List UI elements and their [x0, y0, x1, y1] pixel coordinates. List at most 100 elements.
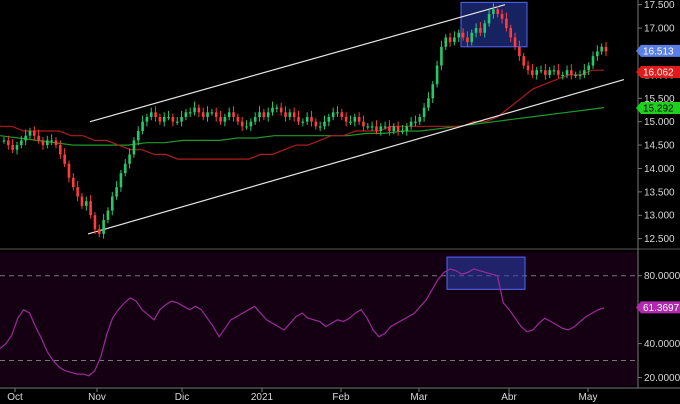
candle-body	[110, 196, 114, 211]
candle-body	[63, 154, 66, 164]
candle-body	[440, 46, 443, 66]
candle-body	[362, 121, 365, 127]
x-tick-label: Feb	[332, 392, 350, 403]
candle-body	[154, 112, 157, 117]
candle-body	[448, 37, 452, 43]
candle-body	[409, 121, 413, 127]
candle-body	[28, 131, 32, 136]
rsi-tick-label: 20.0000	[644, 373, 680, 384]
candle-body	[266, 112, 270, 117]
candle-body	[444, 37, 448, 47]
candle-body	[570, 70, 573, 75]
candle-body	[539, 70, 543, 72]
candle-body	[210, 112, 214, 114]
candle-body	[119, 173, 123, 188]
candle-body	[297, 116, 300, 122]
candle-body	[470, 32, 474, 43]
candle-body	[275, 107, 279, 109]
rsi-last-badge-text: 61.3697	[643, 303, 680, 314]
candle-body	[59, 145, 62, 155]
candle-body	[271, 107, 274, 113]
x-tick-label: May	[579, 392, 598, 403]
candle-body	[323, 121, 326, 127]
candle-body	[509, 28, 513, 38]
candle-body	[483, 23, 487, 33]
candle-body	[214, 112, 218, 117]
candle-body	[418, 116, 422, 122]
candle-body	[284, 112, 287, 117]
candle-body	[383, 126, 387, 128]
candle-body	[236, 116, 240, 122]
candle-body	[11, 145, 14, 150]
candle-body	[405, 126, 409, 132]
candle-body	[71, 177, 75, 188]
candle-body	[288, 112, 292, 117]
candle-body	[474, 28, 478, 33]
candle-body	[535, 70, 539, 75]
ma-slow-badge-text: 15.292	[643, 103, 674, 114]
candle-body	[41, 140, 45, 146]
candle-body	[15, 145, 19, 150]
x-tick-label: Abr	[501, 392, 517, 403]
rsi-highlight-box	[446, 256, 526, 290]
candle-body	[414, 121, 417, 123]
candle-body	[318, 126, 322, 128]
candle-body	[188, 112, 192, 114]
candle-body	[557, 70, 560, 75]
candle-body	[357, 116, 361, 122]
candle-body	[158, 116, 162, 122]
price-tick-label: 13.500	[644, 187, 675, 198]
last-price-badge-text: 16.513	[643, 46, 674, 57]
candle-body	[106, 210, 110, 220]
candle-body	[327, 116, 331, 122]
candle-body	[583, 70, 586, 75]
candle-body	[253, 116, 257, 122]
candle-body	[175, 121, 179, 123]
candle-body	[349, 121, 352, 123]
candle-body	[578, 74, 582, 77]
candle-body	[492, 9, 495, 15]
candle-body	[600, 46, 603, 52]
candle-body	[422, 107, 426, 117]
candle-body	[136, 131, 140, 141]
candle-body	[193, 107, 196, 113]
price-tick-label: 12.500	[644, 234, 675, 245]
last-price-badge: 16.513	[636, 44, 680, 57]
candle-body	[396, 126, 400, 132]
price-tick-label: 13.000	[644, 211, 675, 222]
candle-body	[340, 112, 344, 117]
candle-body	[453, 37, 456, 43]
ma-fast-badge-text: 16.062	[643, 67, 674, 78]
candle-body	[89, 201, 92, 216]
candle-body	[500, 14, 504, 19]
candle-body	[84, 201, 88, 206]
chart-svg: Oct Nov Dic 2021 Feb Mar Abr May 12.500 13.000 13…	[0, 0, 680, 404]
candle-body	[596, 51, 599, 57]
candle-body	[20, 140, 23, 146]
candle-body	[561, 74, 564, 77]
candle-body	[301, 121, 305, 123]
candle-body	[76, 187, 79, 197]
candle-body	[314, 121, 318, 127]
candle-body	[604, 46, 608, 52]
candle-body	[310, 116, 313, 122]
rsi-tick-label: 80.0000	[644, 271, 680, 282]
candle-body	[184, 112, 188, 117]
candle-body	[531, 70, 534, 75]
candle-body	[591, 56, 595, 66]
candle-body	[240, 121, 244, 127]
price-tick-label: 14.000	[644, 164, 675, 175]
candle-body	[292, 112, 296, 117]
x-tick-label: Nov	[88, 392, 106, 403]
candle-body	[249, 121, 253, 127]
candle-body	[232, 112, 235, 117]
candle-body	[46, 140, 49, 146]
candle-body	[132, 140, 136, 155]
candle-body	[552, 70, 556, 72]
candle-body	[505, 18, 508, 29]
candle-body	[162, 116, 166, 122]
x-tick-label: Dic	[175, 392, 189, 403]
candle-body	[197, 107, 201, 113]
candle-body	[565, 70, 569, 75]
candle-body	[431, 84, 435, 99]
